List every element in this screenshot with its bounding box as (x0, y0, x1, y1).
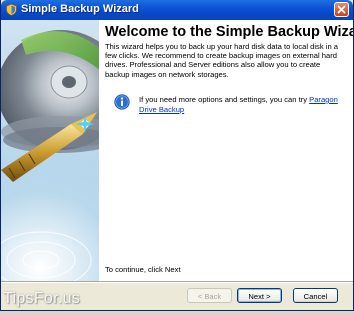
info-icon (114, 94, 130, 110)
continue-hint: To continue, click Next (105, 265, 181, 274)
watermark: TipsFor.us (3, 290, 81, 307)
info-message: If you need more options and settings, y… (139, 95, 349, 114)
disk-pen-illustration (1, 30, 99, 281)
side-banner (1, 20, 99, 281)
info-text: If you need more options and settings, y… (139, 95, 310, 104)
wizard-app-icon (6, 3, 17, 16)
button-divider (1, 281, 353, 283)
close-icon (337, 5, 346, 14)
wizard-content: Welcome to the Simple Backup Wizard This… (99, 20, 353, 281)
window-title: Simple Backup Wizard (21, 3, 139, 15)
back-button[interactable]: < Back (187, 288, 232, 303)
cancel-button[interactable]: Cancel (293, 288, 338, 303)
next-button[interactable]: Next > (237, 288, 282, 303)
title-bar[interactable]: Simple Backup Wizard (1, 0, 353, 20)
intro-text: This wizard helps you to back up your ha… (105, 42, 338, 79)
page-title: Welcome to the Simple Backup Wizard (105, 24, 354, 40)
wizard-window: Simple Backup Wizard Welcome to the Simp… (0, 0, 354, 311)
close-button[interactable] (334, 2, 349, 17)
